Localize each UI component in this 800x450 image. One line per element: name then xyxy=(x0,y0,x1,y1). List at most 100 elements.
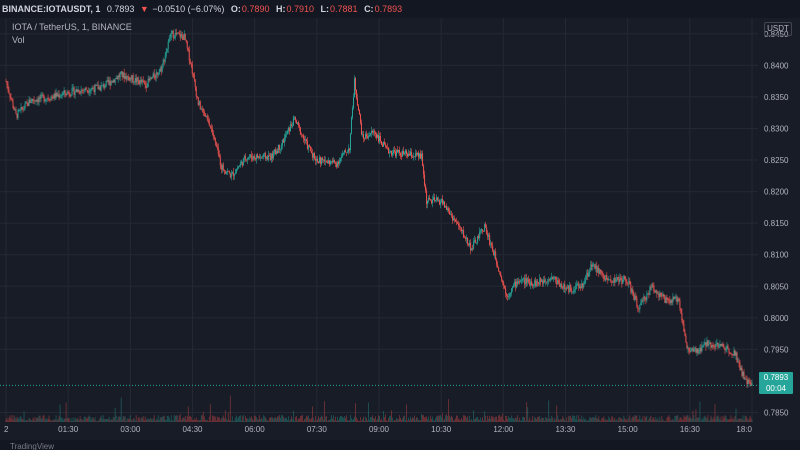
candle-body xyxy=(747,380,749,385)
candle-body xyxy=(105,80,107,87)
volume-bar xyxy=(127,418,129,422)
volume-bar xyxy=(254,415,256,422)
volume-bar xyxy=(539,416,541,422)
volume-bar xyxy=(125,420,127,422)
volume-legend[interactable]: Vol xyxy=(12,35,25,45)
volume-bar xyxy=(166,415,168,422)
candle-body xyxy=(427,200,429,204)
candle-body xyxy=(484,224,486,232)
volume-bar xyxy=(353,418,354,422)
volume-bar xyxy=(66,418,68,422)
candle-body xyxy=(736,352,738,362)
volume-bar xyxy=(261,419,263,422)
volume-bar xyxy=(337,416,338,422)
volume-bar xyxy=(332,418,333,422)
candle-body xyxy=(496,259,498,265)
candle-body xyxy=(203,111,205,114)
volume-bar xyxy=(33,417,35,422)
candle-body xyxy=(422,153,424,167)
candle-body xyxy=(273,149,275,153)
volume-bar xyxy=(389,415,390,422)
volume-bar xyxy=(750,417,752,422)
candle-body xyxy=(21,107,23,110)
volume-bar xyxy=(193,418,195,422)
candle-body xyxy=(463,230,465,238)
candle-body xyxy=(675,296,677,298)
volume-bar xyxy=(81,419,83,422)
volume-bar xyxy=(163,415,165,422)
time-axis: 2 01:30 03:00 04:30 06:00 07:30 09:00 10:30 12:0… xyxy=(4,425,753,434)
volume-bar xyxy=(495,416,497,422)
y-tick-label: 0.8250 xyxy=(764,156,789,165)
volume-bar xyxy=(644,415,646,422)
volume-bar xyxy=(713,416,715,422)
volume-bar xyxy=(614,417,616,422)
candle-body xyxy=(745,378,747,380)
candle-body xyxy=(397,150,399,153)
volume-bar xyxy=(160,417,162,422)
candle-body xyxy=(317,161,319,163)
volume-bar xyxy=(10,418,12,422)
volume-bar xyxy=(95,420,97,422)
candle-body xyxy=(337,161,339,164)
candle-body xyxy=(227,170,229,172)
volume-bar xyxy=(662,419,664,422)
candle-body xyxy=(606,275,608,279)
volume-bar xyxy=(513,417,515,422)
currency-unit-button[interactable]: USDT xyxy=(764,22,792,36)
series-title[interactable]: IOTA / TetherUS, 1, BINANCE xyxy=(12,22,132,32)
volume-bar xyxy=(280,415,282,422)
x-tick-label: 18:0 xyxy=(736,425,752,434)
volume-bar xyxy=(478,419,480,422)
volume-bar xyxy=(454,420,456,422)
candle-body xyxy=(198,101,200,105)
candle-body xyxy=(707,340,709,346)
volume-bar xyxy=(610,419,612,422)
candle-body xyxy=(183,33,185,40)
volume-bar xyxy=(560,419,562,422)
volume-bar xyxy=(496,416,498,422)
volume-bar xyxy=(213,416,215,422)
candle-body xyxy=(129,77,131,81)
candle-body xyxy=(518,281,520,284)
last-price-tag-value: 0.7893 xyxy=(763,373,789,382)
volume-bar xyxy=(621,418,623,422)
volume-bar xyxy=(420,420,421,422)
candle-body xyxy=(372,131,374,133)
candle-body xyxy=(683,323,685,332)
candle-body xyxy=(184,33,186,41)
volume-bar xyxy=(24,420,26,422)
candle-body xyxy=(411,151,413,158)
price-chart[interactable]: 0.84500.84000.83500.83000.82500.82000.81… xyxy=(0,0,800,440)
volume-bar xyxy=(374,418,375,422)
volume-bar xyxy=(619,417,621,422)
candle-body xyxy=(741,367,743,376)
volume-bar xyxy=(493,416,495,422)
volume-bar xyxy=(301,415,303,422)
candle-body xyxy=(97,85,99,90)
tradingview-logo[interactable]: TradingView xyxy=(10,442,54,450)
volume-bar xyxy=(203,416,205,422)
volume-bar xyxy=(702,419,704,422)
candle-body xyxy=(168,38,170,42)
volume-bar xyxy=(618,417,620,422)
candle-body xyxy=(447,208,449,210)
volume-bar xyxy=(352,419,353,422)
candle-body xyxy=(679,300,681,309)
candle-body xyxy=(529,281,531,286)
volume-bar xyxy=(620,418,622,422)
candle-body xyxy=(334,162,336,164)
candle-body xyxy=(55,92,57,98)
candle-body xyxy=(667,299,669,300)
candle-body xyxy=(457,222,459,224)
candle-body xyxy=(304,139,306,141)
volume-bar xyxy=(653,417,655,422)
candle-body xyxy=(610,279,612,282)
candle-body xyxy=(723,346,725,349)
volume-bar xyxy=(611,416,613,422)
candle-body xyxy=(133,82,135,83)
candle-body xyxy=(697,348,699,353)
candle-body xyxy=(385,144,387,147)
volume-bar xyxy=(443,420,444,422)
candle-body xyxy=(559,282,561,287)
